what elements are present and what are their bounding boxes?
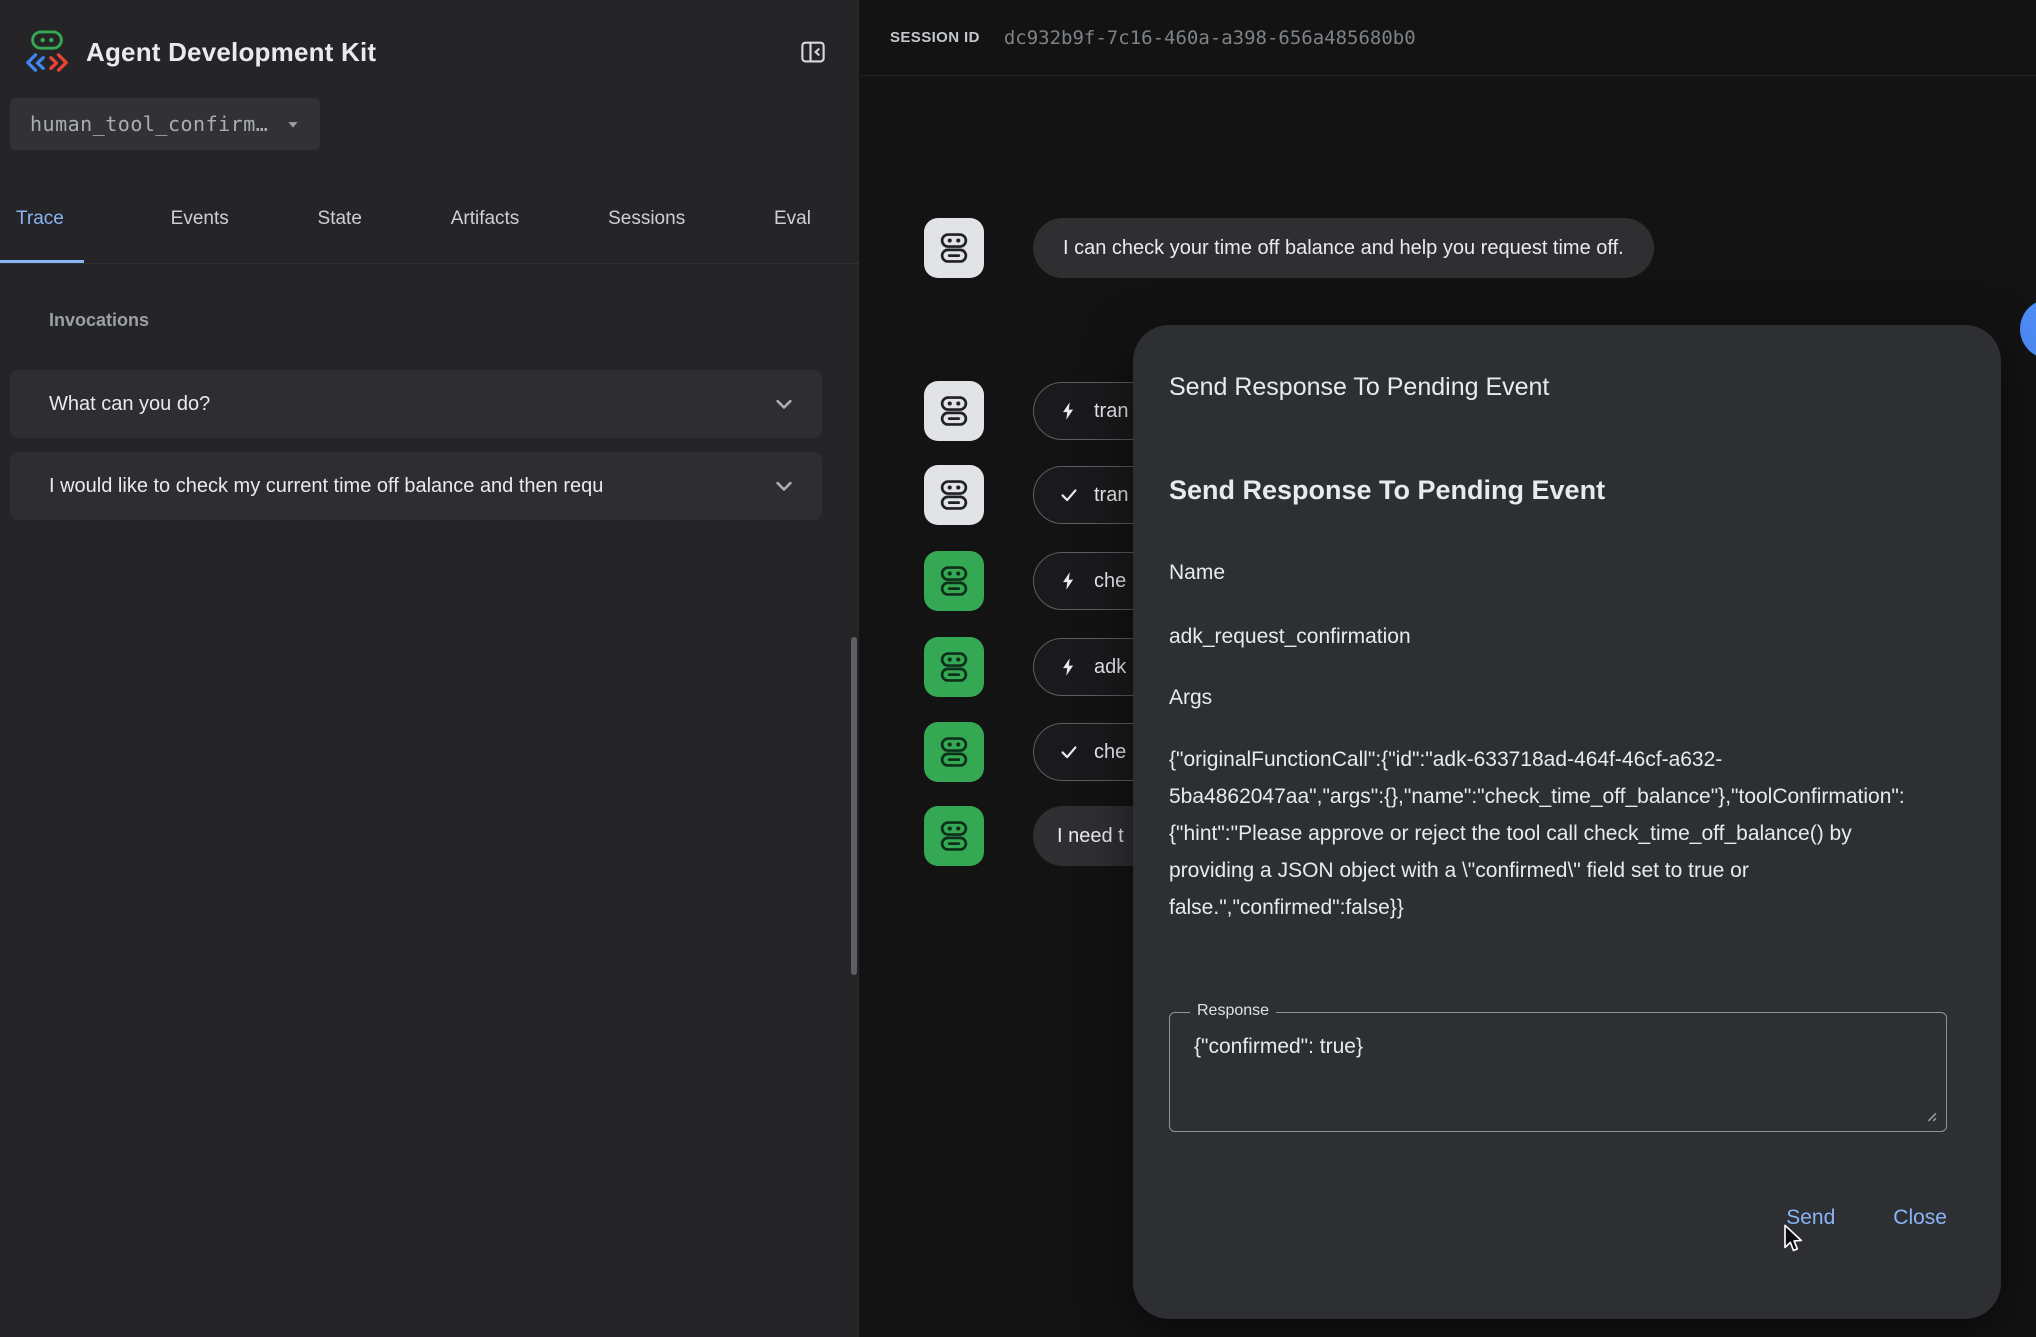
agent-select-dropdown[interactable]: human_tool_confirm…	[10, 98, 320, 150]
sidebar-header: Agent Development Kit	[0, 0, 859, 104]
name-label: Name	[1169, 559, 1961, 587]
tab-trace[interactable]: Trace	[0, 178, 84, 263]
event-pill-label: adk	[1094, 656, 1126, 679]
sidebar: Agent Development Kit human_tool_confirm…	[0, 0, 860, 1337]
pending-event-dialog: Send Response To Pending Event Send Resp…	[1133, 325, 2001, 1319]
robot-icon	[935, 817, 973, 855]
send-button[interactable]: Send	[1786, 1206, 1835, 1230]
response-field-label: Response	[1190, 1002, 1276, 1020]
tab-state[interactable]: State	[316, 178, 364, 263]
check-icon	[1058, 484, 1080, 506]
args-label: Args	[1169, 684, 1961, 712]
collapse-sidebar-button[interactable]	[793, 32, 833, 72]
chevron-down-icon	[758, 472, 798, 500]
name-value: adk_request_confirmation	[1169, 623, 1961, 651]
bolt-icon	[1058, 400, 1080, 422]
bot-avatar	[924, 722, 984, 782]
session-id-value: dc932b9f-7c16-460a-a398-656a485680b0	[1004, 27, 1416, 49]
tab-events[interactable]: Events	[169, 178, 231, 263]
check-icon	[1058, 741, 1080, 763]
message-text: I need t	[1057, 825, 1124, 848]
tab-bar: Trace Events State Artifacts Sessions Ev…	[0, 178, 859, 264]
event-pill-label: che	[1094, 570, 1126, 593]
session-id-label: SESSION ID	[890, 29, 980, 46]
event-pill-label: tran	[1094, 400, 1128, 423]
sidebar-scrollbar[interactable]	[851, 637, 857, 975]
adk-logo-icon	[24, 29, 70, 75]
app-title: Agent Development Kit	[86, 37, 376, 68]
dialog-heading: Send Response To Pending Event	[1169, 473, 1961, 507]
dialog-title: Send Response To Pending Event	[1169, 371, 1961, 403]
event-pill-label: tran	[1094, 484, 1128, 507]
event-pill-label: che	[1094, 741, 1126, 764]
bot-avatar	[924, 465, 984, 525]
session-header: SESSION ID dc932b9f-7c16-460a-a398-656a4…	[860, 0, 2036, 76]
args-json: {"originalFunctionCall":{"id":"adk-63371…	[1169, 741, 1919, 963]
bot-avatar	[924, 218, 984, 278]
resize-handle-icon[interactable]	[1922, 1107, 1937, 1122]
response-field: Response {"confirmed": true}	[1169, 1012, 1947, 1132]
chevron-down-icon	[758, 390, 798, 418]
invocation-item[interactable]: I would like to check my current time of…	[10, 452, 822, 520]
message-text: I can check your time off balance and he…	[1063, 237, 1624, 260]
robot-icon	[935, 476, 973, 514]
agent-select-value: human_tool_confirm…	[30, 112, 268, 136]
invocations-heading: Invocations	[49, 310, 149, 331]
robot-icon	[935, 648, 973, 686]
response-input[interactable]: {"confirmed": true}	[1170, 1013, 1946, 1131]
tab-eval[interactable]: Eval	[772, 178, 813, 263]
robot-icon	[935, 229, 973, 267]
bot-avatar	[924, 806, 984, 866]
message-bubble: I can check your time off balance and he…	[1033, 218, 1654, 278]
bot-avatar	[924, 551, 984, 611]
bot-avatar	[924, 381, 984, 441]
dropdown-caret-icon	[282, 113, 304, 135]
dialog-actions: Send Close	[1169, 1206, 1961, 1230]
bolt-icon	[1058, 656, 1080, 678]
invocation-label: What can you do?	[49, 393, 210, 416]
tab-sessions[interactable]: Sessions	[606, 178, 687, 263]
robot-icon	[935, 733, 973, 771]
tab-artifacts[interactable]: Artifacts	[449, 178, 522, 263]
bolt-icon	[1058, 570, 1080, 592]
panel-collapse-icon	[798, 37, 828, 67]
edge-fab-button[interactable]	[2020, 299, 2036, 359]
robot-icon	[935, 562, 973, 600]
invocation-item[interactable]: What can you do?	[10, 370, 822, 438]
invocation-label: I would like to check my current time of…	[49, 475, 603, 498]
close-button[interactable]: Close	[1893, 1206, 1947, 1230]
chat-message-row: I can check your time off balance and he…	[924, 218, 1654, 278]
robot-icon	[935, 392, 973, 430]
bot-avatar	[924, 637, 984, 697]
